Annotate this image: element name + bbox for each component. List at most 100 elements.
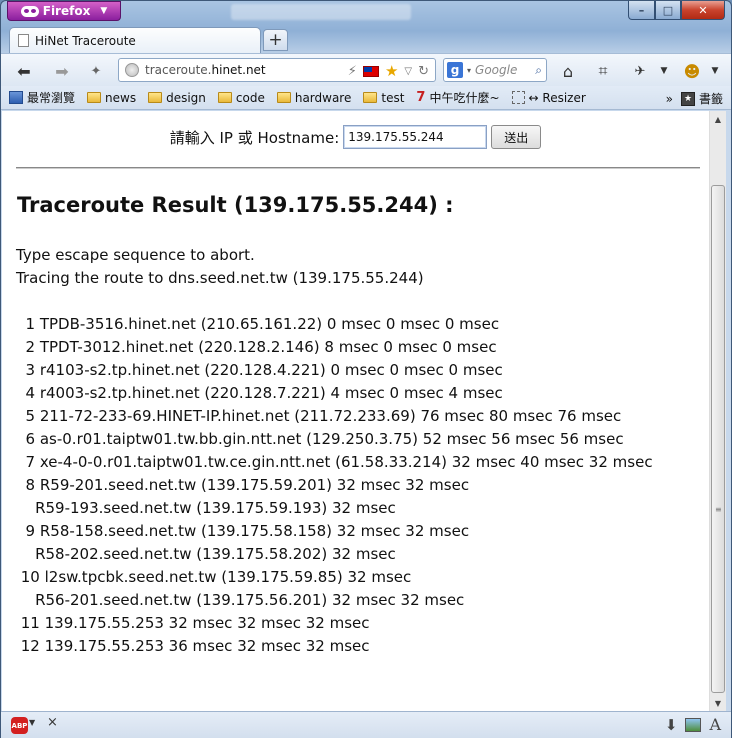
monkey-icon[interactable]: ☻ — [681, 60, 703, 82]
url-bar[interactable]: traceroute.hinet.net ⚡ ★ ▽ ↻ — [118, 58, 436, 82]
output-line: 1 TPDB-3516.hinet.net (210.65.161.22) 0 … — [16, 315, 500, 333]
dashed-box-icon — [511, 91, 525, 104]
bookmark-news[interactable]: news — [87, 91, 136, 105]
bookmark-test[interactable]: test — [363, 91, 404, 105]
output-line: 2 TPDT-3012.hinet.net (220.128.2.146) 8 … — [16, 338, 497, 356]
image-icon[interactable] — [685, 717, 702, 732]
back-arrow-icon[interactable]: ⬅ — [13, 60, 35, 82]
bookmarks-star-icon: ★ — [680, 91, 695, 106]
result-title: Traceroute Result (139.175.55.244) : — [17, 193, 454, 217]
bookmark-most-visited[interactable]: 最常瀏覽 — [9, 89, 75, 106]
puzzle-icon[interactable]: ✦ — [85, 60, 107, 82]
output-line: 12 139.175.55.253 36 msec 32 msec 32 mse… — [16, 637, 370, 655]
plus-icon: + — [268, 30, 283, 50]
adblock-icon[interactable]: ABP — [11, 717, 28, 734]
output-line: 8 R59-201.seed.net.tw (139.175.59.201) 3… — [16, 476, 470, 494]
scroll-down-arrow-icon[interactable]: ▼ — [710, 695, 726, 711]
bookmark-design[interactable]: design — [148, 91, 206, 105]
page-icon — [18, 34, 29, 47]
tab-hinet-traceroute[interactable]: HiNet Traceroute — [9, 27, 261, 53]
host-input[interactable] — [343, 125, 488, 149]
close-addon-bar-icon[interactable]: × — [47, 715, 58, 730]
bookmark-label: test — [381, 90, 405, 105]
output-line: 4 r4003-s2.tp.hinet.net (220.128.7.221) … — [16, 384, 503, 402]
vertical-scrollbar[interactable]: ▲ ≡ ▼ — [709, 111, 726, 711]
folder-icon — [217, 92, 232, 103]
lightning-icon[interactable]: ⚡ — [348, 64, 357, 79]
chevron-down-icon[interactable]: ▼ — [653, 60, 675, 82]
traceroute-form: 請輸入 IP 或 Hostname: 送出 — [2, 125, 709, 149]
bookmark-code[interactable]: code — [217, 91, 265, 105]
output-line: R58-202.seed.net.tw (139.175.58.202) 32 … — [16, 545, 396, 563]
taiwan-flag-icon — [362, 65, 379, 77]
bookmark-label: design — [166, 90, 206, 105]
title-bar: Firefox ▼ – □ ✕ — [1, 1, 731, 25]
overflow-chevron[interactable]: » — [666, 92, 673, 106]
folder-icon — [87, 92, 102, 103]
bookmarks-toolbar: 最常瀏覽 news design code hardware test 7 中午… — [1, 86, 731, 110]
bookmark-label: news — [105, 90, 137, 105]
url-prefix: traceroute. — [145, 63, 212, 77]
forward-arrow-icon[interactable]: ➡ — [51, 60, 73, 82]
bookmark-star-icon[interactable]: ★ — [385, 62, 398, 80]
navigation-toolbar: ⬅ ➡ ✦ traceroute.hinet.net ⚡ ★ ▽ ↻ g ▾ G… — [1, 53, 731, 86]
reload-icon[interactable]: ↻ — [418, 64, 429, 79]
folder-icon — [148, 92, 163, 103]
bookmarks-menu-label: 書籤 — [698, 92, 723, 106]
window-controls: – □ ✕ — [628, 1, 725, 20]
folder-icon — [276, 92, 291, 103]
search-icon[interactable]: ⌕ — [535, 63, 542, 78]
bookmark-hardware[interactable]: hardware — [276, 91, 351, 105]
font-a-icon[interactable]: A — [709, 715, 721, 734]
output-line: 6 as-0.r01.taiptw01.tw.bb.gin.ntt.net (1… — [16, 430, 624, 448]
firefox-menu-label: Firefox — [42, 4, 91, 18]
output-line: R59-193.seed.net.tw (139.175.59.193) 32 … — [16, 499, 396, 517]
submit-button[interactable]: 送出 — [491, 125, 542, 149]
bookmark-resizer[interactable]: ↔ Resizer — [511, 91, 586, 105]
dropdown-triangle-icon[interactable]: ▽ — [404, 66, 412, 77]
output-line: 10 l2sw.tpcbk.seed.net.tw (139.175.59.85… — [16, 568, 412, 586]
url-text: traceroute.hinet.net — [145, 63, 266, 77]
seven-icon: 7 — [416, 90, 426, 105]
google-icon[interactable]: g — [447, 62, 463, 78]
new-tab-button[interactable]: + — [263, 29, 288, 51]
crop-icon[interactable]: ⌗ — [592, 60, 614, 82]
search-placeholder: Google — [475, 63, 518, 77]
status-right-icons: ⬇ A — [665, 715, 721, 734]
home-icon[interactable]: ⌂ — [557, 60, 579, 82]
output-line: Tracing the route to dns.seed.net.tw (13… — [16, 269, 424, 287]
output-line: 11 139.175.55.253 32 msec 32 msec 32 mse… — [16, 614, 370, 632]
folder-icon — [363, 92, 378, 103]
chevron-down-icon[interactable]: ▼ — [29, 718, 35, 727]
tab-title: HiNet Traceroute — [35, 33, 136, 48]
url-domain: hinet.net — [211, 63, 266, 77]
download-arrow-icon[interactable]: ⬇ — [665, 716, 678, 734]
scrollbar-thumb[interactable]: ≡ — [711, 185, 725, 693]
bookmark-label: 中午吃什麼~ — [429, 91, 500, 105]
chevron-down-icon[interactable]: ▼ — [704, 60, 726, 82]
chevron-down-icon: ▾ — [467, 65, 472, 75]
mosquito-icon[interactable]: ✈ — [629, 60, 651, 82]
host-label: 請輸入 IP 或 Hostname: — [169, 128, 340, 147]
firefox-menu-button[interactable]: Firefox ▼ — [7, 1, 121, 21]
page-content: 請輸入 IP 或 Hostname: 送出 Traceroute Result … — [2, 111, 709, 711]
browser-window: Firefox ▼ – □ ✕ HiNet Traceroute + ⬅ ➡ ✦… — [0, 0, 732, 738]
bookmarks-menu-button[interactable]: ★ 書籤 — [680, 90, 723, 107]
status-bar: ABP ▼ × ⬇ A — [1, 711, 731, 738]
scroll-up-arrow-icon[interactable]: ▲ — [710, 111, 726, 127]
blurred-background-area — [231, 4, 411, 20]
search-box[interactable]: g ▾ Google ⌕ — [443, 58, 547, 82]
close-window-button[interactable]: ✕ — [681, 1, 725, 20]
globe-icon — [125, 63, 139, 77]
bookmark-lunch[interactable]: 7 中午吃什麼~ — [416, 89, 499, 106]
bookmarks-folder-icon — [9, 91, 23, 104]
grip-icon: ≡ — [715, 505, 722, 514]
maximize-button[interactable]: □ — [655, 1, 681, 20]
url-actions: ⚡ ★ ▽ ↻ — [348, 62, 429, 80]
tab-strip: HiNet Traceroute + — [1, 25, 731, 72]
output-line: 9 R58-158.seed.net.tw (139.175.58.158) 3… — [16, 522, 470, 540]
divider — [16, 167, 700, 169]
bookmarks-right: » ★ 書籤 — [666, 90, 723, 107]
minimize-button[interactable]: – — [628, 1, 655, 20]
